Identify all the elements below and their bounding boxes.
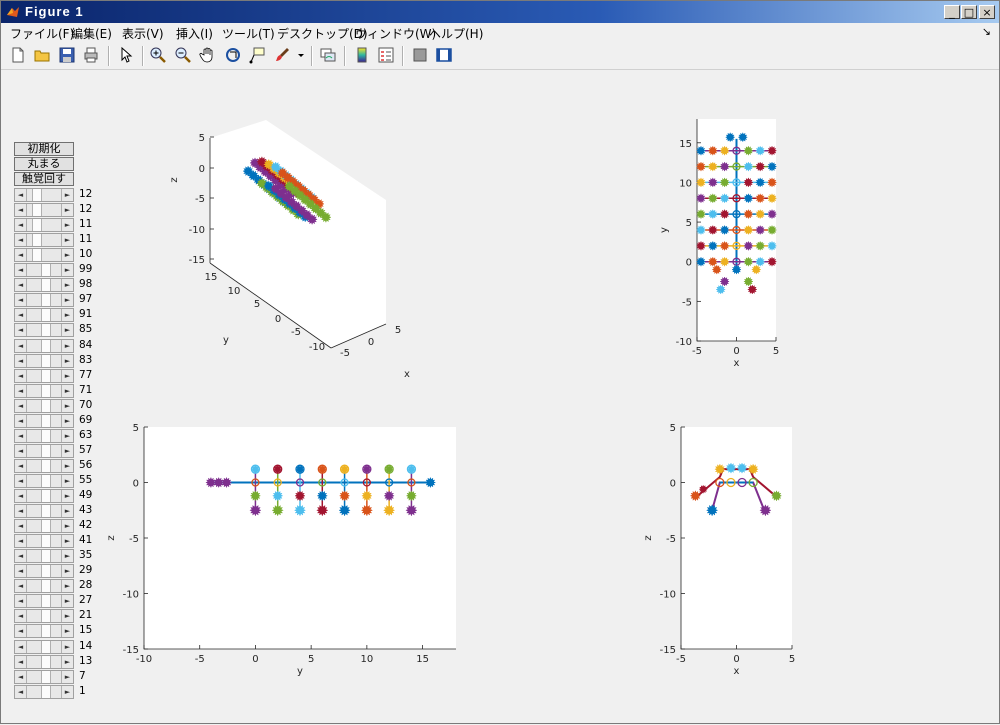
y-tick-label: -15 <box>123 645 139 656</box>
y-tick-label: -5 <box>666 534 676 545</box>
y-axis-label: y <box>223 335 229 346</box>
y-tick-label: 15 <box>205 272 218 283</box>
y-tick-label: 5 <box>254 299 260 310</box>
y-axis-label: z <box>643 535 654 540</box>
y-axis-label: y <box>659 227 670 233</box>
axes-3d-background <box>210 120 386 348</box>
z-axis-label: z <box>169 177 180 182</box>
y-tick-label: 5 <box>686 218 692 229</box>
x-axis-label: x <box>734 358 740 369</box>
z-tick-label: -5 <box>195 194 205 205</box>
x-tick-label: 5 <box>308 654 314 665</box>
x-tick-label: 15 <box>416 654 429 665</box>
y-tick-label: -15 <box>660 645 676 656</box>
x-tick-label: 0 <box>252 654 258 665</box>
y-tick-label: 5 <box>133 423 139 434</box>
y-tick-label: -10 <box>123 590 139 601</box>
y-axis-label: z <box>106 535 117 540</box>
y-tick-label: 10 <box>679 178 692 189</box>
x-tick-label: -5 <box>676 654 686 665</box>
y-tick-label: 15 <box>679 139 692 150</box>
figure-canvas: -5 0 5-10-5051015xy-10 -5 0 5 10 15-15-10-505yz… <box>106 119 795 677</box>
y-tick-label: -5 <box>682 297 692 308</box>
z-tick-label: 5 <box>199 133 205 144</box>
y-tick-label: -5 <box>291 327 301 338</box>
y-tick-label: -10 <box>309 342 325 353</box>
y-tick-label: -10 <box>676 337 692 348</box>
x-tick-label: 5 <box>789 654 795 665</box>
y-tick-label: 0 <box>686 258 692 269</box>
y-tick-label: 0 <box>133 479 139 490</box>
y-tick-label: -5 <box>129 534 139 545</box>
x-tick-label: 10 <box>360 654 373 665</box>
x-tick-label: -5 <box>340 348 350 359</box>
x-axis-label: x <box>404 369 410 380</box>
x-axis-label: y <box>297 666 303 677</box>
y-tick-label: 10 <box>228 286 241 297</box>
x-tick-label: 5 <box>395 325 401 336</box>
y-tick-label: 0 <box>670 479 676 490</box>
x-tick-label: 0 <box>733 346 739 357</box>
x-axis-label: x <box>734 666 740 677</box>
z-tick-label: 0 <box>199 164 205 175</box>
figure-window: Figure 1 _ □ × ファイル(F) 編集(E) 表示(V) 挿入(I)… <box>0 0 1000 724</box>
z-tick-label: -15 <box>189 255 205 266</box>
axes-background <box>681 427 792 649</box>
x-tick-label: -5 <box>195 654 205 665</box>
axes-background <box>144 427 456 649</box>
x-tick-label: 0 <box>368 337 374 348</box>
x-tick-label: 5 <box>773 346 779 357</box>
y-tick-label: 0 <box>275 314 281 325</box>
x-tick-label: 0 <box>733 654 739 665</box>
y-tick-label: 5 <box>670 423 676 434</box>
y-tick-label: -10 <box>660 590 676 601</box>
x-tick-label: -5 <box>692 346 702 357</box>
z-tick-label: -10 <box>189 225 205 236</box>
